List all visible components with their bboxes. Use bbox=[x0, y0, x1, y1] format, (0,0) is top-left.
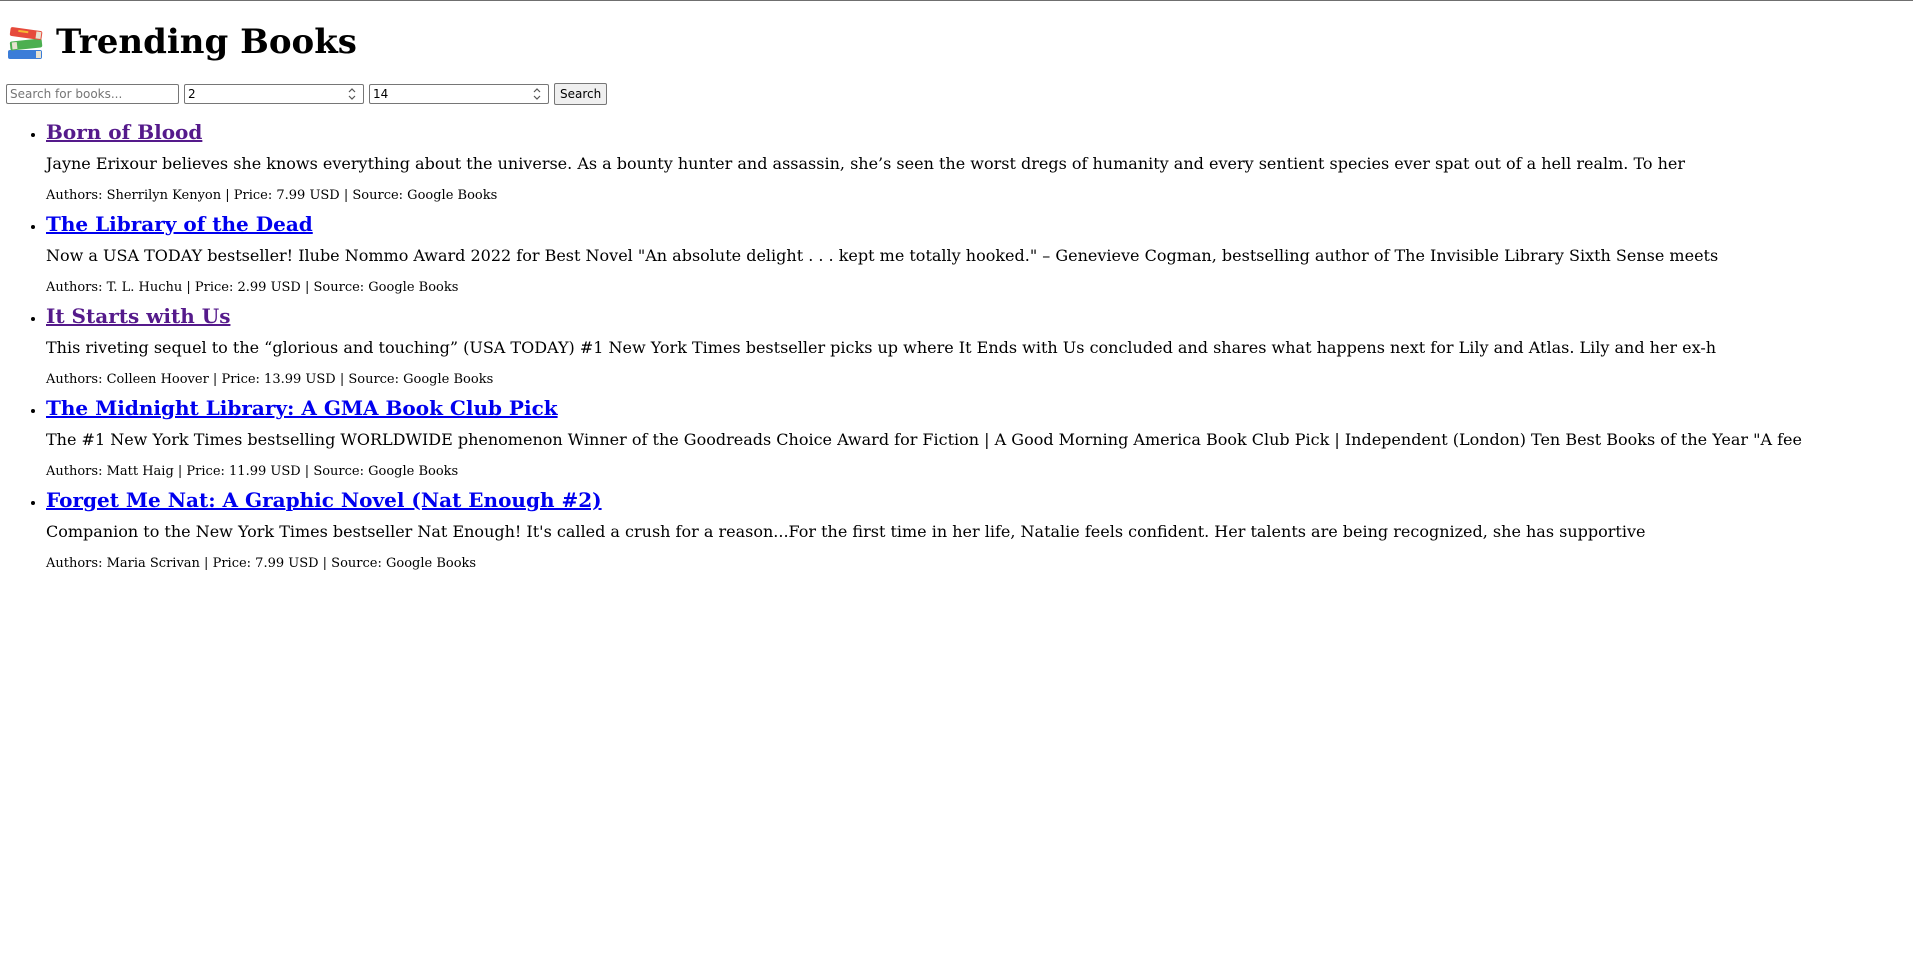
number-input-2-value: 14 bbox=[373, 87, 389, 101]
book-description: Jayne Erixour believes she knows everyth… bbox=[46, 154, 1686, 173]
number-input-1-value: 2 bbox=[188, 87, 196, 101]
number-input-2[interactable]: 14 bbox=[369, 84, 549, 104]
book-meta: Authors: Maria Scrivan | Price: 7.99 USD… bbox=[46, 556, 477, 571]
book-meta: Authors: Sherrilyn Kenyon | Price: 7.99 … bbox=[46, 188, 498, 203]
book-title: Forget Me Nat: A Graphic Novel (Nat Enou… bbox=[46, 487, 602, 513]
book-meta: Authors: T. L. Huchu | Price: 2.99 USD |… bbox=[46, 280, 459, 295]
list-item: The Midnight Library: A GMA Book Club Pi… bbox=[46, 395, 1913, 481]
book-title-link[interactable]: The Library of the Dead bbox=[46, 212, 313, 236]
number-input-1[interactable]: 2 bbox=[184, 84, 364, 104]
book-description: This riveting sequel to the “glorious an… bbox=[46, 338, 1717, 357]
list-item: Born of Blood Jayne Erixour believes she… bbox=[46, 119, 1913, 205]
list-item: The Library of the Dead Now a USA TODAY … bbox=[46, 211, 1913, 297]
book-title-link[interactable]: It Starts with Us bbox=[46, 304, 230, 328]
list-item: Forget Me Nat: A Graphic Novel (Nat Enou… bbox=[46, 487, 1913, 573]
header: Trending Books bbox=[6, 21, 1913, 63]
book-title-link[interactable]: The Midnight Library: A GMA Book Club Pi… bbox=[46, 396, 558, 420]
book-description: Now a USA TODAY bestseller! Ilube Nommo … bbox=[46, 246, 1719, 265]
list-item: It Starts with Us This riveting sequel t… bbox=[46, 303, 1913, 389]
search-button[interactable]: Search bbox=[554, 83, 608, 105]
book-list: Born of Blood Jayne Erixour believes she… bbox=[6, 119, 1913, 573]
book-title: The Midnight Library: A GMA Book Club Pi… bbox=[46, 395, 558, 421]
book-title: The Library of the Dead bbox=[46, 211, 313, 237]
search-bar: 2 14 Search bbox=[6, 83, 1913, 105]
books-stack-icon bbox=[6, 22, 46, 62]
page-title: Trending Books bbox=[56, 22, 357, 62]
spinner-icon[interactable] bbox=[530, 86, 544, 102]
book-meta: Authors: Colleen Hoover | Price: 13.99 U… bbox=[46, 372, 494, 387]
book-meta: Authors: Matt Haig | Price: 11.99 USD | … bbox=[46, 464, 459, 479]
spinner-icon[interactable] bbox=[345, 86, 359, 102]
book-title-link[interactable]: Forget Me Nat: A Graphic Novel (Nat Enou… bbox=[46, 488, 602, 512]
book-description: Companion to the New York Times bestsell… bbox=[46, 522, 1646, 541]
search-input[interactable] bbox=[6, 84, 179, 104]
book-title-link[interactable]: Born of Blood bbox=[46, 120, 202, 144]
book-title: Born of Blood bbox=[46, 119, 202, 145]
book-description: The #1 New York Times bestselling WORLDW… bbox=[46, 430, 1802, 449]
book-title: It Starts with Us bbox=[46, 303, 230, 329]
page: Trending Books 2 14 Search bbox=[0, 21, 1913, 573]
